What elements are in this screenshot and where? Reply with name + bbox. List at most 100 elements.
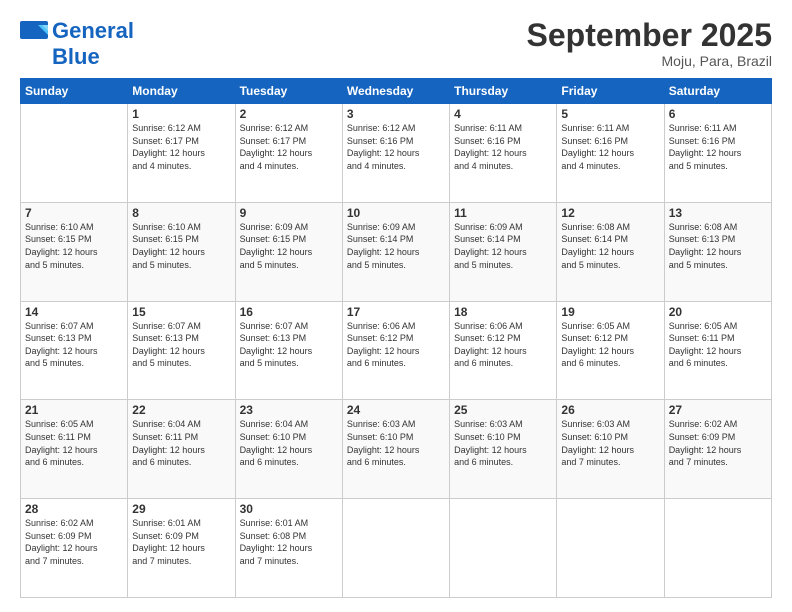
day-number: 6 [669, 107, 767, 121]
table-row: 27Sunrise: 6:02 AM Sunset: 6:09 PM Dayli… [664, 400, 771, 499]
day-number: 24 [347, 403, 445, 417]
day-number: 9 [240, 206, 338, 220]
day-info: Sunrise: 6:03 AM Sunset: 6:10 PM Dayligh… [347, 418, 445, 468]
day-info: Sunrise: 6:05 AM Sunset: 6:11 PM Dayligh… [25, 418, 123, 468]
day-number: 1 [132, 107, 230, 121]
table-row [664, 499, 771, 598]
day-info: Sunrise: 6:05 AM Sunset: 6:12 PM Dayligh… [561, 320, 659, 370]
day-info: Sunrise: 6:06 AM Sunset: 6:12 PM Dayligh… [347, 320, 445, 370]
location-subtitle: Moju, Para, Brazil [527, 53, 772, 69]
day-number: 26 [561, 403, 659, 417]
table-row: 24Sunrise: 6:03 AM Sunset: 6:10 PM Dayli… [342, 400, 449, 499]
table-row: 2Sunrise: 6:12 AM Sunset: 6:17 PM Daylig… [235, 104, 342, 203]
table-row: 21Sunrise: 6:05 AM Sunset: 6:11 PM Dayli… [21, 400, 128, 499]
page: General Blue September 2025 Moju, Para, … [0, 0, 792, 612]
col-wednesday: Wednesday [342, 79, 449, 104]
day-info: Sunrise: 6:02 AM Sunset: 6:09 PM Dayligh… [25, 517, 123, 567]
table-row [450, 499, 557, 598]
day-info: Sunrise: 6:11 AM Sunset: 6:16 PM Dayligh… [669, 122, 767, 172]
day-number: 28 [25, 502, 123, 516]
table-row: 14Sunrise: 6:07 AM Sunset: 6:13 PM Dayli… [21, 301, 128, 400]
table-row: 30Sunrise: 6:01 AM Sunset: 6:08 PM Dayli… [235, 499, 342, 598]
table-row: 23Sunrise: 6:04 AM Sunset: 6:10 PM Dayli… [235, 400, 342, 499]
day-info: Sunrise: 6:05 AM Sunset: 6:11 PM Dayligh… [669, 320, 767, 370]
logo-blue: Blue [52, 44, 100, 70]
day-number: 23 [240, 403, 338, 417]
table-row: 3Sunrise: 6:12 AM Sunset: 6:16 PM Daylig… [342, 104, 449, 203]
day-number: 11 [454, 206, 552, 220]
day-number: 17 [347, 305, 445, 319]
day-number: 4 [454, 107, 552, 121]
calendar-week-row: 28Sunrise: 6:02 AM Sunset: 6:09 PM Dayli… [21, 499, 772, 598]
table-row: 9Sunrise: 6:09 AM Sunset: 6:15 PM Daylig… [235, 202, 342, 301]
day-info: Sunrise: 6:06 AM Sunset: 6:12 PM Dayligh… [454, 320, 552, 370]
calendar-week-row: 7Sunrise: 6:10 AM Sunset: 6:15 PM Daylig… [21, 202, 772, 301]
day-number: 22 [132, 403, 230, 417]
day-number: 16 [240, 305, 338, 319]
day-number: 27 [669, 403, 767, 417]
table-row [557, 499, 664, 598]
day-number: 8 [132, 206, 230, 220]
day-info: Sunrise: 6:04 AM Sunset: 6:10 PM Dayligh… [240, 418, 338, 468]
table-row: 6Sunrise: 6:11 AM Sunset: 6:16 PM Daylig… [664, 104, 771, 203]
table-row: 12Sunrise: 6:08 AM Sunset: 6:14 PM Dayli… [557, 202, 664, 301]
day-info: Sunrise: 6:10 AM Sunset: 6:15 PM Dayligh… [25, 221, 123, 271]
day-number: 13 [669, 206, 767, 220]
day-info: Sunrise: 6:09 AM Sunset: 6:15 PM Dayligh… [240, 221, 338, 271]
table-row: 15Sunrise: 6:07 AM Sunset: 6:13 PM Dayli… [128, 301, 235, 400]
table-row: 19Sunrise: 6:05 AM Sunset: 6:12 PM Dayli… [557, 301, 664, 400]
day-info: Sunrise: 6:09 AM Sunset: 6:14 PM Dayligh… [347, 221, 445, 271]
col-saturday: Saturday [664, 79, 771, 104]
table-row: 5Sunrise: 6:11 AM Sunset: 6:16 PM Daylig… [557, 104, 664, 203]
day-number: 5 [561, 107, 659, 121]
day-number: 15 [132, 305, 230, 319]
col-monday: Monday [128, 79, 235, 104]
table-row: 16Sunrise: 6:07 AM Sunset: 6:13 PM Dayli… [235, 301, 342, 400]
day-number: 3 [347, 107, 445, 121]
day-number: 12 [561, 206, 659, 220]
day-info: Sunrise: 6:03 AM Sunset: 6:10 PM Dayligh… [454, 418, 552, 468]
day-info: Sunrise: 6:01 AM Sunset: 6:08 PM Dayligh… [240, 517, 338, 567]
calendar-week-row: 1Sunrise: 6:12 AM Sunset: 6:17 PM Daylig… [21, 104, 772, 203]
col-sunday: Sunday [21, 79, 128, 104]
day-info: Sunrise: 6:12 AM Sunset: 6:17 PM Dayligh… [132, 122, 230, 172]
table-row: 4Sunrise: 6:11 AM Sunset: 6:16 PM Daylig… [450, 104, 557, 203]
day-info: Sunrise: 6:07 AM Sunset: 6:13 PM Dayligh… [25, 320, 123, 370]
table-row: 28Sunrise: 6:02 AM Sunset: 6:09 PM Dayli… [21, 499, 128, 598]
col-friday: Friday [557, 79, 664, 104]
day-number: 21 [25, 403, 123, 417]
day-number: 19 [561, 305, 659, 319]
days-header-row: Sunday Monday Tuesday Wednesday Thursday… [21, 79, 772, 104]
day-number: 29 [132, 502, 230, 516]
table-row: 13Sunrise: 6:08 AM Sunset: 6:13 PM Dayli… [664, 202, 771, 301]
table-row: 25Sunrise: 6:03 AM Sunset: 6:10 PM Dayli… [450, 400, 557, 499]
title-area: September 2025 Moju, Para, Brazil [527, 18, 772, 69]
calendar-week-row: 14Sunrise: 6:07 AM Sunset: 6:13 PM Dayli… [21, 301, 772, 400]
day-number: 14 [25, 305, 123, 319]
table-row: 10Sunrise: 6:09 AM Sunset: 6:14 PM Dayli… [342, 202, 449, 301]
table-row: 18Sunrise: 6:06 AM Sunset: 6:12 PM Dayli… [450, 301, 557, 400]
day-info: Sunrise: 6:11 AM Sunset: 6:16 PM Dayligh… [561, 122, 659, 172]
table-row: 26Sunrise: 6:03 AM Sunset: 6:10 PM Dayli… [557, 400, 664, 499]
day-number: 20 [669, 305, 767, 319]
logo-text: General [52, 18, 134, 44]
table-row [342, 499, 449, 598]
day-info: Sunrise: 6:09 AM Sunset: 6:14 PM Dayligh… [454, 221, 552, 271]
day-number: 10 [347, 206, 445, 220]
day-number: 25 [454, 403, 552, 417]
day-info: Sunrise: 6:02 AM Sunset: 6:09 PM Dayligh… [669, 418, 767, 468]
day-number: 2 [240, 107, 338, 121]
logo: General Blue [20, 18, 134, 70]
logo-icon [20, 21, 50, 41]
day-info: Sunrise: 6:11 AM Sunset: 6:16 PM Dayligh… [454, 122, 552, 172]
day-info: Sunrise: 6:10 AM Sunset: 6:15 PM Dayligh… [132, 221, 230, 271]
table-row: 8Sunrise: 6:10 AM Sunset: 6:15 PM Daylig… [128, 202, 235, 301]
table-row: 11Sunrise: 6:09 AM Sunset: 6:14 PM Dayli… [450, 202, 557, 301]
day-info: Sunrise: 6:01 AM Sunset: 6:09 PM Dayligh… [132, 517, 230, 567]
col-thursday: Thursday [450, 79, 557, 104]
day-info: Sunrise: 6:08 AM Sunset: 6:14 PM Dayligh… [561, 221, 659, 271]
month-title: September 2025 [527, 18, 772, 53]
calendar-week-row: 21Sunrise: 6:05 AM Sunset: 6:11 PM Dayli… [21, 400, 772, 499]
day-number: 30 [240, 502, 338, 516]
day-info: Sunrise: 6:03 AM Sunset: 6:10 PM Dayligh… [561, 418, 659, 468]
